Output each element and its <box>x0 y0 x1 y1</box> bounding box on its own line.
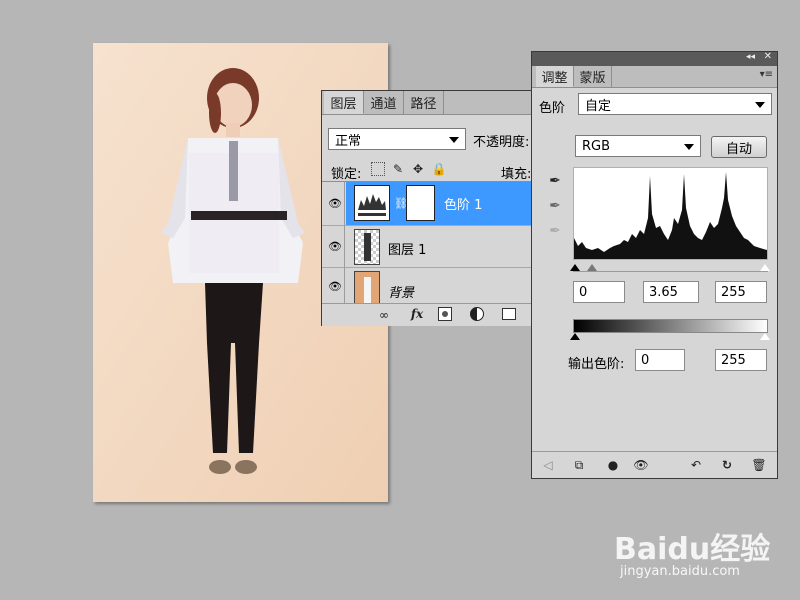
visibility-icon[interactable]: 👁 <box>632 456 650 474</box>
back-icon[interactable]: ◁ <box>539 456 557 474</box>
channel-select[interactable]: RGB <box>575 135 701 157</box>
link-icon[interactable]: ∞ <box>374 306 394 324</box>
lock-paint-icon[interactable]: ✎ <box>390 161 406 177</box>
output-white-slider[interactable] <box>760 333 770 340</box>
layers-list: 👁 ⛓ 色阶 1 👁 图层 1 👁 背景 <box>322 181 535 304</box>
adjustment-icon[interactable] <box>470 307 484 321</box>
preset-select[interactable]: 自定 <box>578 93 772 115</box>
tab-layers[interactable]: 图层 <box>324 91 364 114</box>
layers-footer: ∞ fx <box>322 303 535 326</box>
histogram-graph <box>574 172 767 259</box>
lock-move-icon[interactable]: ✥ <box>410 161 426 177</box>
chevron-down-icon <box>755 102 765 108</box>
input-white-slider[interactable] <box>760 264 770 271</box>
watermark-url: jingyan.baidu.com <box>620 564 740 579</box>
eye-icon[interactable]: 👁 <box>328 280 342 293</box>
opacity-label: 不透明度: <box>473 135 530 150</box>
reset-icon[interactable]: ↻ <box>718 456 736 474</box>
blend-mode-value: 正常 <box>335 133 362 149</box>
clip-icon[interactable]: ⧉ <box>570 456 588 474</box>
input-white-field[interactable]: 255 <box>715 281 767 303</box>
adjustments-tabbar: 调整 蒙版 ▾≡ <box>532 66 777 88</box>
output-black-field[interactable]: 0 <box>635 349 685 371</box>
input-gamma-field[interactable]: 3.65 <box>643 281 699 303</box>
folder-icon[interactable] <box>502 308 516 320</box>
layers-tabbar: 图层 通道 路径 <box>322 91 535 115</box>
output-black-slider[interactable] <box>570 333 580 340</box>
fx-icon[interactable]: fx <box>406 305 428 323</box>
layer-mask-thumbnail <box>406 185 435 221</box>
adjustments-footer: ◁ ⧉ ● 👁 ↶ ↻ 🗑 <box>532 451 777 478</box>
layer-name-levels[interactable]: 色阶 1 <box>444 194 482 213</box>
output-levels-label: 输出色阶: <box>568 357 625 372</box>
layer-row-levels[interactable]: 👁 ⛓ 色阶 1 <box>322 182 535 226</box>
layers-panel: 图层 通道 路径 正常 不透明度: 锁定: ✎ ✥ 🔒 填充: 👁 ⛓ 色阶 1… <box>321 90 536 326</box>
chevron-down-icon <box>684 144 694 150</box>
input-black-slider[interactable] <box>570 264 580 271</box>
preset-value: 自定 <box>585 98 612 114</box>
fill-label: 填充: <box>501 167 532 182</box>
blend-mode-select[interactable]: 正常 <box>328 128 466 150</box>
output-gradient <box>573 319 768 333</box>
output-white-field[interactable]: 255 <box>715 349 767 371</box>
layer-name-background[interactable]: 背景 <box>388 282 414 301</box>
lock-all-icon[interactable]: 🔒 <box>431 161 447 177</box>
auto-button[interactable]: 自动 <box>711 136 767 158</box>
chevron-down-icon <box>449 137 459 143</box>
layer-name-layer1[interactable]: 图层 1 <box>388 239 426 258</box>
white-eyedropper-icon[interactable]: ✒ <box>546 222 564 240</box>
tab-channels[interactable]: 通道 <box>364 91 404 114</box>
mask-icon[interactable] <box>438 307 452 321</box>
panel-menu-icon[interactable]: ▾≡ <box>760 69 773 80</box>
input-black-field[interactable]: 0 <box>573 281 625 303</box>
panel-title-strip: ◂◂ ✕ <box>532 51 777 66</box>
close-icon[interactable]: ✕ <box>764 51 772 62</box>
levels-thumbnail-icon <box>354 185 390 221</box>
gray-eyedropper-icon[interactable]: ✒ <box>546 197 564 215</box>
tab-masks[interactable]: 蒙版 <box>574 66 612 87</box>
black-eyedropper-icon[interactable]: ✒ <box>546 172 564 190</box>
lock-transparency-icon[interactable] <box>371 162 385 176</box>
baidu-watermark: Baidu经验 jingyan.baidu.com <box>614 520 794 582</box>
adjustment-type-label: 色阶 <box>539 101 566 116</box>
background-thumbnail <box>354 271 380 304</box>
tab-paths[interactable]: 路径 <box>404 91 444 114</box>
previous-state-icon[interactable]: ↶ <box>687 456 705 474</box>
channel-value: RGB <box>582 138 611 154</box>
layer-row-background[interactable]: 👁 背景 <box>322 268 535 304</box>
tab-adjustments[interactable]: 调整 <box>536 66 574 87</box>
watermark-brand: Baidu经验 <box>614 532 771 567</box>
lock-label: 锁定: <box>331 167 362 182</box>
input-gamma-slider[interactable] <box>587 264 597 271</box>
eye-icon[interactable]: 👁 <box>328 240 342 253</box>
mask-toggle-icon[interactable]: ● <box>604 456 622 474</box>
eye-icon[interactable]: 👁 <box>328 197 342 210</box>
layer-row-layer1[interactable]: 👁 图层 1 <box>322 226 535 268</box>
layer1-thumbnail <box>354 229 380 265</box>
collapse-icon[interactable]: ◂◂ <box>746 52 755 62</box>
delete-icon[interactable]: 🗑 <box>750 456 768 474</box>
adjustments-panel: ◂◂ ✕ 调整 蒙版 ▾≡ 色阶 自定 RGB 自动 ✒ ✒ ✒ 0 3.65 … <box>531 51 778 479</box>
histogram <box>573 167 768 260</box>
